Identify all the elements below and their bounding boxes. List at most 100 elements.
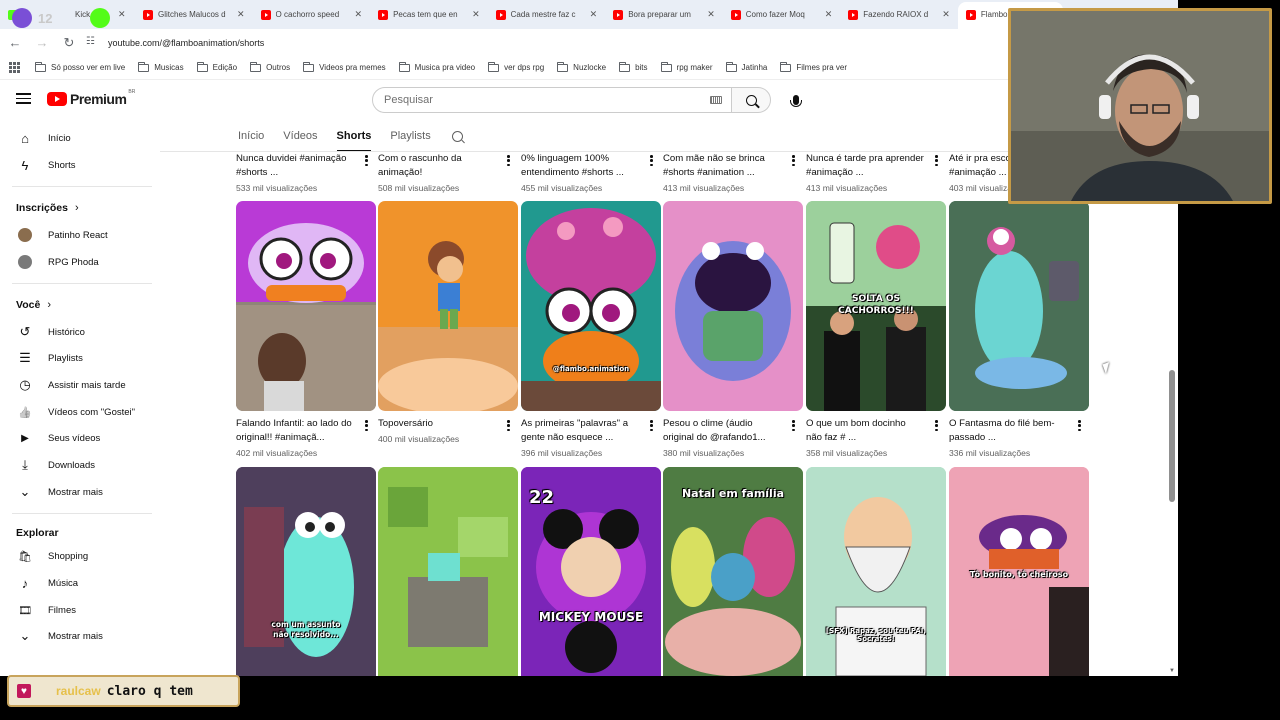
short-title[interactable]: Pesou o clime (áudio original do @rafand… [663,417,781,445]
sidebar-item-watch-later[interactable]: ◷ Assistir mais tarde [0,372,158,398]
tab-playlists[interactable]: Playlists [390,120,430,152]
sidebar-item-shorts[interactable]: ϟ Shorts [0,152,158,178]
browser-tab[interactable]: Cada mestre faz c ✕ [488,2,606,29]
more-options-icon[interactable] [935,420,938,431]
back-button[interactable]: ← [3,31,27,55]
keyboard-icon[interactable] [710,96,722,104]
search-input[interactable]: Pesquisar [372,87,732,113]
short-thumbnail[interactable]: Tô bonito, tô cheiroso [949,467,1089,676]
short-thumbnail[interactable] [236,201,376,411]
short-thumbnail[interactable]: Natal em família [663,467,803,676]
sidebar-item-channel[interactable]: Patinho React [0,222,158,248]
short-thumbnail[interactable]: @flambo.animation [521,201,661,411]
short-card[interactable]: O Fantasma do filé bem-passado ... 336 m… [949,417,1089,458]
short-thumbnail[interactable]: [SFX] Rapaz, sou teu PAI, Sócrates! [806,467,946,676]
scrollbar-thumb[interactable] [1169,370,1175,502]
sidebar-item-home[interactable]: ⌂ Início [0,125,158,151]
sidebar-item-liked[interactable]: 👍 Vídeos com "Gostei" [0,399,158,425]
more-options-icon[interactable] [792,155,795,166]
tab-shorts[interactable]: Shorts [336,120,371,152]
close-icon[interactable]: ✕ [472,9,480,20]
short-title[interactable]: O Fantasma do filé bem-passado ... [949,417,1067,445]
close-icon[interactable]: ✕ [590,9,598,20]
short-thumbnail[interactable]: SOLTA OS CACHORROS!!! [806,201,946,411]
channel-search-icon[interactable] [451,130,463,142]
short-thumbnail[interactable] [378,467,518,676]
short-thumbnail[interactable] [663,201,803,411]
short-card[interactable]: Nunca é tarde pra aprender #animação ...… [806,152,946,193]
browser-tab[interactable]: O cachorro speed ✕ [253,2,371,29]
search-button[interactable] [731,87,771,113]
short-card[interactable]: As primeiras "palavras" a gente não esqu… [521,417,661,458]
more-options-icon[interactable] [1078,420,1081,431]
close-icon[interactable]: ✕ [355,9,363,20]
more-options-icon[interactable] [792,420,795,431]
more-options-icon[interactable] [365,155,368,166]
short-thumbnail[interactable]: com um assunto não resolvido... [236,467,376,676]
sidebar-item-playlists[interactable]: ☰ Playlists [0,345,158,371]
browser-tab[interactable]: Bora preparar um ✕ [605,2,723,29]
bookmark-folder[interactable]: Outros [250,61,290,72]
sidebar-item-your-videos[interactable]: ▶ Seus vídeos [0,425,158,451]
scroll-down-icon[interactable]: ▼ [1169,668,1175,674]
sidebar-item-music[interactable]: ♪ Música [0,570,158,596]
sidebar-item-show-more[interactable]: ⌄ Mostrar mais [0,623,158,649]
voice-search-button[interactable] [784,88,808,112]
short-thumbnail[interactable]: 22 MICKEY MOUSE [521,467,661,676]
short-thumbnail[interactable] [378,201,518,411]
sidebar-item-show-more[interactable]: ⌄ Mostrar mais [0,479,158,505]
tab-videos[interactable]: Vídeos [283,120,317,152]
short-card[interactable]: Pesou o clime (áudio original do @rafand… [663,417,803,458]
short-card[interactable]: Com o rascunho da animação! 508 mil visu… [378,152,518,193]
browser-tab[interactable]: Fazendo RAIOX d ✕ [840,2,958,29]
bookmark-folder[interactable]: Videos pra memes [303,61,386,72]
close-icon[interactable]: ✕ [825,9,833,20]
close-icon[interactable]: ✕ [707,9,715,20]
short-title[interactable]: O que um bom docinho não faz # ... [806,417,924,445]
short-title[interactable]: 0% linguagem 100% entendimento #shorts .… [521,152,639,180]
sidebar-section-subscriptions[interactable]: Inscrições › [16,202,79,214]
bookmark-folder[interactable]: Musicas [138,61,184,72]
short-title[interactable]: Falando Infantil: ao lado do original!! … [236,417,354,445]
short-title[interactable]: Nunca duvidei #animação #shorts ... [236,152,354,180]
apps-grid-icon[interactable] [9,61,21,74]
youtube-premium-logo[interactable]: Premium BR [47,89,135,107]
close-icon[interactable]: ✕ [237,9,245,20]
more-options-icon[interactable] [650,155,653,166]
more-options-icon[interactable] [507,155,510,166]
sidebar-item-downloads[interactable]: ⤓ Downloads [0,452,158,478]
bookmark-folder[interactable]: Jatinha [725,61,767,72]
short-card[interactable]: Topoversário 400 mil visualizações [378,417,518,444]
sidebar-item-movies[interactable]: 🎞 Filmes [0,597,158,623]
short-title[interactable]: Com o rascunho da animação! [378,152,496,180]
bookmark-folder[interactable]: Filmes pra ver [780,61,847,72]
short-card[interactable]: Com mãe não se brinca #shorts #animation… [663,152,803,193]
short-title[interactable]: Com mãe não se brinca #shorts #animation… [663,152,781,180]
close-icon[interactable]: ✕ [942,9,950,20]
forward-button[interactable]: → [30,31,54,55]
bookmark-folder[interactable]: Nuzlocke [557,61,606,72]
more-options-icon[interactable] [507,420,510,431]
bookmark-folder[interactable]: Musica pra video [398,61,475,72]
more-options-icon[interactable] [935,155,938,166]
short-title[interactable]: Topoversário [378,417,496,431]
short-title[interactable]: As primeiras "palavras" a gente não esqu… [521,417,639,445]
short-thumbnail[interactable] [949,201,1089,411]
sidebar-section-you[interactable]: Você › [16,299,51,311]
sidebar-item-channel[interactable]: RPG Phoda [0,249,158,275]
short-title[interactable]: Nunca é tarde pra aprender #animação ... [806,152,924,180]
sidebar-item-shopping[interactable]: 🛍 Shopping [0,543,158,569]
sidebar-item-history[interactable]: ↺ Histórico [0,319,158,345]
menu-icon[interactable] [16,93,31,104]
browser-tab[interactable]: Como fazer Moq ✕ [723,2,841,29]
bookmark-folder[interactable]: rpg maker [660,61,713,72]
more-options-icon[interactable] [650,420,653,431]
bookmark-folder[interactable]: Edição [196,61,237,72]
short-card[interactable]: Nunca duvidei #animação #shorts ... 533 … [236,152,376,193]
site-info-icon[interactable]: ☷ [86,36,100,50]
close-icon[interactable]: ✕ [118,9,126,20]
bookmark-folder[interactable]: Só posso ver em live [35,61,125,72]
bookmark-folder[interactable]: ver dps rpg [488,61,544,72]
short-card[interactable]: 0% linguagem 100% entendimento #shorts .… [521,152,661,193]
bookmark-folder[interactable]: bits [619,61,648,72]
